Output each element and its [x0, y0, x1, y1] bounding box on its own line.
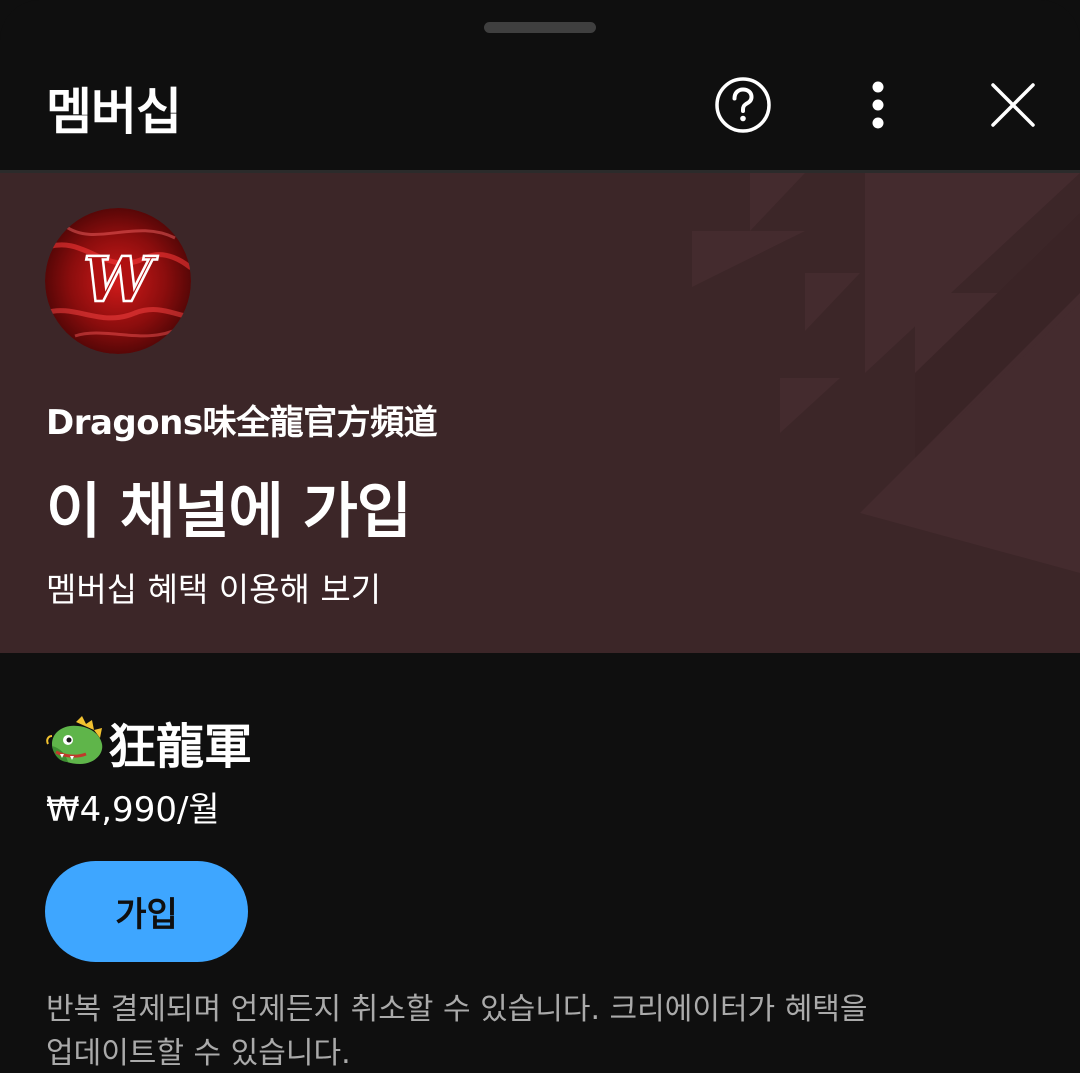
close-icon [991, 83, 1035, 127]
more-vertical-icon [872, 81, 884, 129]
membership-sheet: 멤버십 W Dragons味全龍官方頻道 이 채널에 가입 멤버십 혜택 이용해… [0, 0, 1080, 1073]
tier-price: ₩4,990/월 [46, 790, 220, 830]
svg-text:W: W [83, 243, 158, 316]
banner-subtitle: 멤버십 혜택 이용해 보기 [46, 570, 382, 609]
help-button[interactable] [710, 72, 776, 138]
more-options-button[interactable] [850, 72, 906, 138]
dragon-icon [46, 716, 103, 764]
join-channel-title: 이 채널에 가입 [46, 477, 412, 547]
disclaimer-line-2: 업데이트할 수 있습니다. [46, 1036, 351, 1071]
join-button[interactable]: 가입 [45, 861, 248, 962]
help-circle-icon [715, 77, 771, 133]
close-button[interactable] [980, 72, 1046, 138]
tier-header: 狂龍軍 [46, 712, 252, 775]
billing-disclaimer: 반복 결제되며 언제든지 취소할 수 있습니다. 크리에이터가 혜택을 업데이트… [46, 988, 946, 1073]
disclaimer-line-1: 반복 결제되며 언제든지 취소할 수 있습니다. 크리에이터가 혜택을 [46, 992, 868, 1027]
channel-name: Dragons味全龍官方頻道 [46, 403, 438, 443]
tier-name: 狂龍軍 [108, 719, 253, 775]
sheet-header: 멤버십 [0, 52, 1080, 170]
drag-handle[interactable] [484, 22, 596, 33]
membership-banner: W Dragons味全龍官方頻道 이 채널에 가입 멤버십 혜택 이용해 보기 [0, 173, 1080, 653]
page-title: 멤버십 [46, 83, 182, 141]
banner-pattern [692, 173, 1080, 573]
channel-avatar: W [45, 208, 191, 354]
